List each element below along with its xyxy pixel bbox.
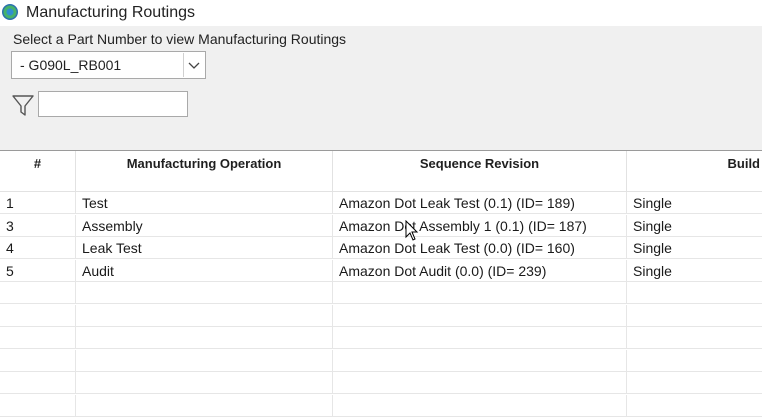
table-row[interactable] bbox=[0, 394, 762, 417]
row-operation: Assembly bbox=[76, 214, 333, 237]
column-header-number[interactable]: # bbox=[0, 151, 76, 192]
part-number-prompt: Select a Part Number to view Manufacturi… bbox=[13, 31, 347, 47]
column-header-operation[interactable]: Manufacturing Operation bbox=[76, 151, 333, 192]
row-build bbox=[627, 372, 762, 394]
row-operation bbox=[76, 394, 333, 417]
row-revision: Amazon Dot Assembly 1 (0.1) (ID= 187) bbox=[333, 214, 627, 237]
table-row[interactable]: 1 Test Amazon Dot Leak Test (0.1) (ID= 189… bbox=[0, 192, 762, 214]
row-number bbox=[0, 394, 76, 417]
row-build: Single bbox=[633, 217, 672, 234]
window-title: Manufacturing Routings bbox=[26, 4, 195, 21]
row-build bbox=[627, 305, 762, 327]
routings-table: # Manufacturing Operation Sequence Revis… bbox=[0, 150, 762, 417]
row-number bbox=[0, 327, 76, 349]
row-build bbox=[627, 282, 762, 304]
row-number: 3 bbox=[0, 214, 76, 237]
row-revision bbox=[333, 349, 627, 372]
column-header-revision[interactable]: Sequence Revision bbox=[333, 151, 627, 192]
selection-panel: Select a Part Number to view Manufacturi… bbox=[0, 26, 762, 150]
row-revision bbox=[333, 304, 627, 327]
row-build: Single bbox=[633, 240, 672, 256]
table-row[interactable] bbox=[0, 282, 762, 304]
row-operation: Leak Test bbox=[76, 237, 333, 259]
row-build bbox=[627, 350, 762, 372]
row-number bbox=[0, 349, 76, 372]
row-operation bbox=[76, 282, 333, 304]
row-operation: Audit bbox=[76, 259, 333, 282]
row-operation bbox=[76, 349, 333, 372]
title-bar: Manufacturing Routings bbox=[0, 0, 762, 26]
row-revision: Amazon Dot Leak Test (0.0) (ID= 160) bbox=[333, 237, 627, 259]
filter-input[interactable] bbox=[38, 91, 188, 117]
row-revision bbox=[333, 372, 627, 394]
row-number bbox=[0, 282, 76, 304]
part-number-value: - G090L_RB001 bbox=[20, 57, 122, 73]
row-number: 4 bbox=[0, 237, 76, 259]
row-build bbox=[627, 327, 762, 349]
row-number: 1 bbox=[0, 192, 76, 214]
part-number-dropdown[interactable]: - G090L_RB001 bbox=[11, 51, 206, 79]
row-operation bbox=[76, 372, 333, 394]
row-build: Single bbox=[633, 195, 672, 211]
table-row[interactable] bbox=[0, 349, 762, 372]
mouse-cursor-icon bbox=[405, 220, 419, 241]
row-operation: Test bbox=[76, 192, 333, 214]
row-operation bbox=[76, 304, 333, 327]
app-icon bbox=[2, 4, 18, 20]
chevron-down-icon bbox=[188, 62, 200, 69]
row-revision bbox=[333, 282, 627, 304]
row-revision bbox=[333, 394, 627, 417]
table-row[interactable]: 4 Leak Test Amazon Dot Leak Test (0.0) (ID… bbox=[0, 237, 762, 259]
row-revision: Amazon Dot Audit (0.0) (ID= 239) bbox=[333, 259, 627, 282]
filter-icon[interactable] bbox=[12, 94, 34, 116]
row-revision: Amazon Dot Leak Test (0.1) (ID= 189) bbox=[333, 192, 627, 214]
dropdown-button[interactable] bbox=[183, 53, 204, 77]
row-operation bbox=[76, 327, 333, 349]
table-header: # Manufacturing Operation Sequence Revis… bbox=[0, 150, 762, 192]
row-build bbox=[627, 395, 762, 417]
table-row[interactable] bbox=[0, 304, 762, 327]
row-number bbox=[0, 372, 76, 394]
table-row[interactable]: 5 Audit Amazon Dot Audit (0.0) (ID= 239) Si… bbox=[0, 259, 762, 282]
table-row[interactable]: 3 Assembly Amazon Dot Assembly 1 (0.1) (ID… bbox=[0, 214, 762, 237]
row-revision bbox=[333, 327, 627, 349]
row-build: Single bbox=[633, 262, 672, 279]
table-row[interactable] bbox=[0, 327, 762, 349]
table-row[interactable] bbox=[0, 372, 762, 394]
column-header-build[interactable]: Build bbox=[627, 151, 762, 192]
row-number bbox=[0, 304, 76, 327]
row-number: 5 bbox=[0, 259, 76, 282]
